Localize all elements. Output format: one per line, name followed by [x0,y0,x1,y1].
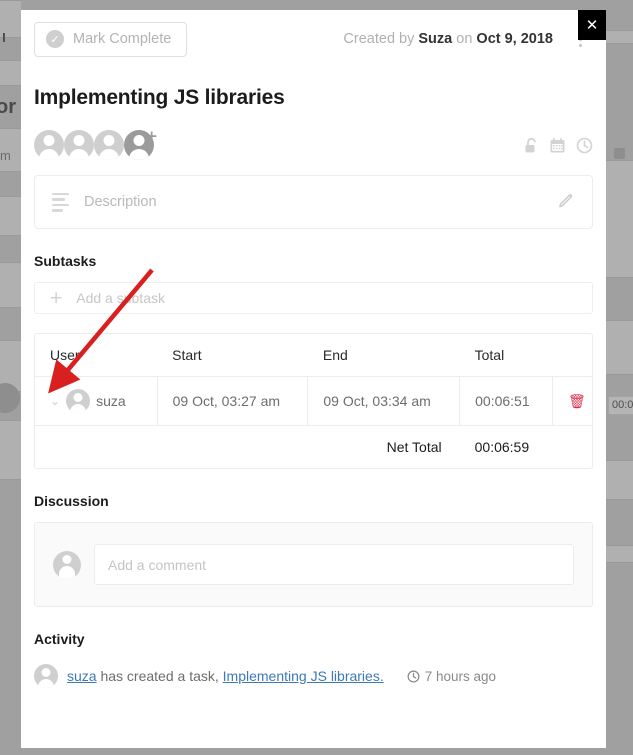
add-person-icon[interactable]: + [124,129,158,160]
plus-icon: + [49,287,64,308]
net-empty-3 [553,426,592,469]
plus-badge-icon: + [145,127,158,145]
unlock-icon[interactable] [524,137,539,154]
discussion-box: Add a comment [34,522,593,607]
description-placeholder: Description [84,194,157,210]
activity-timestamp: 7 hours ago [407,669,496,684]
column-header-total: Total [459,334,553,377]
page-title: Implementing JS libraries [34,86,285,109]
close-icon: ✕ [585,16,599,34]
assignee-row: + [21,128,606,162]
cell-user: ⌄ suza [35,376,158,426]
avatar [34,664,58,688]
background-row [0,262,21,308]
column-header-start: Start [157,334,308,377]
activity-user-link[interactable]: suza [67,668,97,684]
mark-complete-button[interactable]: ✓ Mark Complete [34,21,188,57]
net-empty-1 [35,426,157,469]
background-row [606,160,633,278]
background-row [0,196,21,236]
task-meta-icons [524,137,593,154]
background-row [606,460,633,500]
net-empty-2 [157,426,308,469]
cell-total: 00:06:51 [459,376,554,426]
comment-placeholder: Add a comment [108,556,207,573]
task-detail-modal: ✕ ✓ Mark Complete Created by Suza on Oct… [21,10,606,748]
net-total-label: Net Total [386,439,442,455]
column-header-end: End [307,334,460,377]
add-subtask-label: Add a subtask [76,290,165,306]
avatar[interactable] [64,130,94,160]
description-field[interactable]: Description [34,175,593,229]
column-header-user: User [35,334,158,377]
calendar-icon[interactable] [549,137,566,154]
row-user-name: suza [96,393,126,409]
clock-icon[interactable] [576,137,593,154]
activity-text: has created a task, [96,668,223,684]
activity-heading: Activity [34,631,85,647]
created-author: Suza [418,31,453,47]
mark-complete-label: Mark Complete [73,31,172,47]
column-header-actions [552,334,592,377]
background-text-fragment: • I [0,30,6,45]
net-total-value: 00:06:59 [474,439,530,455]
background-star [614,148,625,159]
activity-item: suza has created a task, Implementing JS… [21,664,606,688]
text-lines-icon [52,192,69,212]
activity-task-link[interactable]: Implementing JS libraries. [223,668,384,684]
trash-icon[interactable]: 🗑 [568,394,586,410]
avatar [66,389,91,413]
background-row [606,545,633,563]
comment-input[interactable]: Add a comment [94,544,574,585]
check-circle-icon: ✓ [46,30,64,48]
chevron-down-icon[interactable]: ⌄ [50,394,60,408]
avatar[interactable] [94,130,124,160]
background-row [0,60,21,86]
table-header-row: User Start End Total [35,334,592,377]
modal-header: ✓ Mark Complete Created by Suza on Oct 9… [21,10,606,68]
discussion-heading: Discussion [34,493,109,509]
background-timer-pill: 00:0 [608,396,633,415]
created-prefix: Created by [343,31,419,47]
clock-icon [407,670,420,682]
table-net-total-row: Net Total 00:06:59 [35,426,592,469]
avatar [53,550,81,579]
background-text-fragment: m [0,148,11,163]
activity-entry: suza has created a task, Implementing JS… [67,668,384,684]
background-row [606,30,633,44]
timelog-table: User Start End Total ⌄ suza 09 Oct, 03:2… [35,334,592,468]
background-text-fragment: or [0,96,16,118]
add-subtask-button[interactable]: + Add a subtask [34,282,593,314]
avatar[interactable] [34,130,64,160]
close-button[interactable]: ✕ [578,10,606,40]
table-row[interactable]: ⌄ suza 09 Oct, 03:27 am 09 Oct, 03:34 am… [35,376,592,426]
created-mid: on [452,31,477,47]
background-row [606,320,633,375]
pencil-icon[interactable] [558,191,575,213]
timelog-table-wrapper: User Start End Total ⌄ suza 09 Oct, 03:2… [34,333,593,469]
created-date: Oct 9, 2018 [476,31,553,47]
activity-time-text: 7 hours ago [424,668,497,684]
cell-start: 09 Oct, 03:27 am [157,376,309,426]
cell-end: 09 Oct, 03:34 am [307,376,461,426]
subtasks-heading: Subtasks [34,253,97,269]
created-by-meta: Created by Suza on Oct 9, 2018 [343,31,553,47]
background-row [0,420,21,480]
cell-delete: 🗑 [552,376,592,426]
